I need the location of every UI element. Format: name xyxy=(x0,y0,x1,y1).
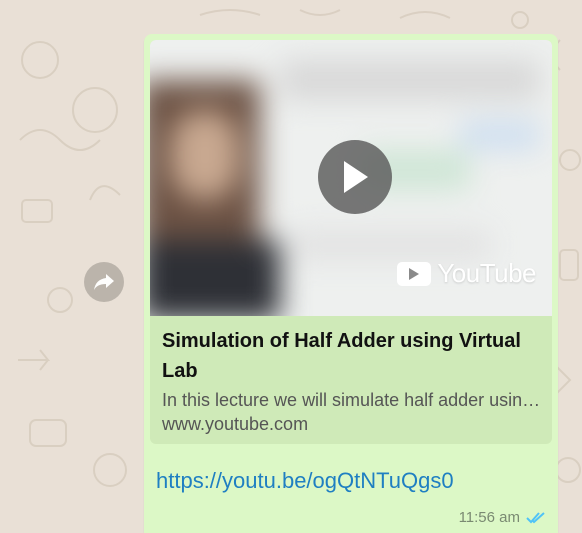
youtube-logo-text: YouTube xyxy=(437,258,536,288)
message-time: 11:56 am xyxy=(458,509,520,526)
link-preview-card[interactable]: YouTube Simulation of Half Adder using V… xyxy=(150,40,552,444)
preview-domain: www.youtube.com xyxy=(162,414,309,434)
message-meta: 11:56 am xyxy=(459,509,548,526)
preview-title[interactable]: Simulation of Half Adder using Virtual L… xyxy=(162,326,542,386)
message-bubble[interactable]: YouTube Simulation of Half Adder using V… xyxy=(144,34,558,533)
double-check-icon xyxy=(526,511,545,523)
youtube-play-icon xyxy=(397,261,432,286)
forward-arrow-icon xyxy=(94,274,114,290)
video-thumbnail[interactable]: YouTube xyxy=(150,40,552,316)
forward-button[interactable] xyxy=(84,262,124,302)
play-button[interactable] xyxy=(318,140,392,214)
preview-description: In this lecture we will simulate half ad… xyxy=(162,390,542,410)
youtube-logo: YouTube xyxy=(397,258,536,289)
play-icon xyxy=(344,161,368,193)
message-link[interactable]: https://youtu.be/ogQtNTuQgs0 xyxy=(156,468,454,494)
